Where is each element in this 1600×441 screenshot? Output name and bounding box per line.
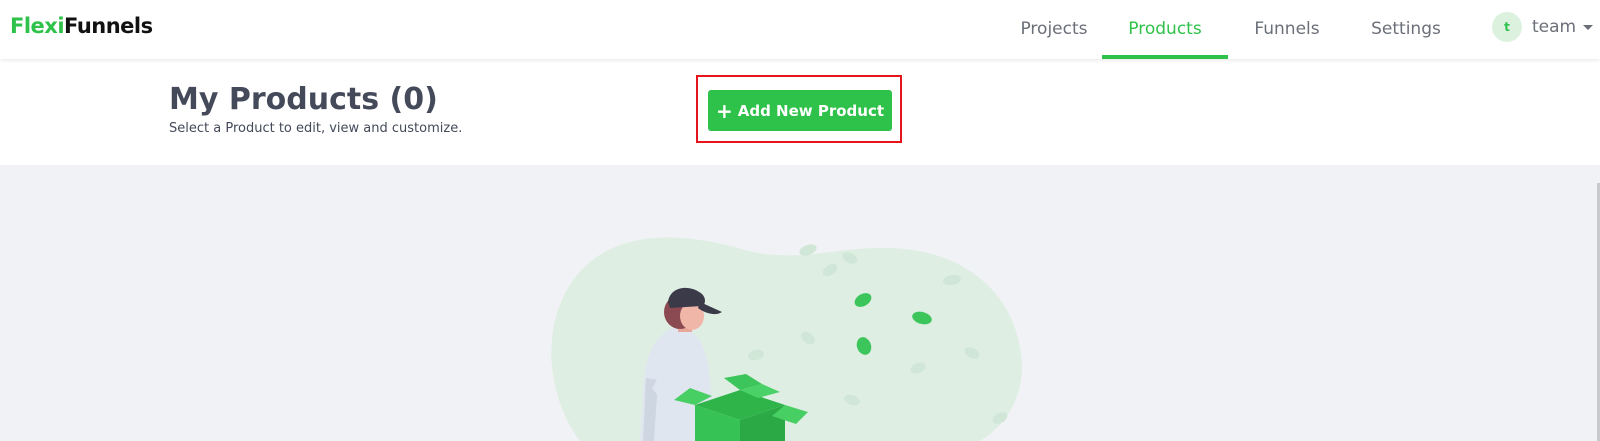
nav-projects-label: Projects [1020, 19, 1088, 39]
avatar: t [1492, 12, 1522, 42]
nav-products-label: Products [1128, 19, 1202, 39]
empty-products-illustration [551, 237, 1022, 441]
caret-down-icon [1583, 24, 1594, 30]
add-new-product-button[interactable]: + Add New Product [708, 90, 892, 131]
add-new-product-label: Add New Product [737, 101, 885, 120]
page-title: My Products (0) [169, 82, 438, 117]
user-name: team [1532, 17, 1577, 37]
nav-settings-label: Settings [1371, 19, 1441, 39]
user-menu[interactable]: t team [1492, 12, 1594, 42]
nav-settings[interactable]: Settings [1356, 0, 1456, 59]
top-navbar: FlexiFunnels Projects Products Funnels S… [0, 0, 1600, 59]
flexifunnels-logo[interactable]: FlexiFunnels [10, 14, 153, 38]
nav-funnels[interactable]: Funnels [1237, 0, 1337, 59]
page-header: My Products (0) Select a Product to edit… [0, 59, 1600, 165]
nav-funnels-label: Funnels [1254, 19, 1320, 39]
nav-projects[interactable]: Projects [1006, 0, 1102, 59]
page-subtitle: Select a Product to edit, view and custo… [169, 121, 463, 136]
plus-icon: + [715, 98, 733, 123]
nav-products[interactable]: Products [1102, 0, 1228, 59]
